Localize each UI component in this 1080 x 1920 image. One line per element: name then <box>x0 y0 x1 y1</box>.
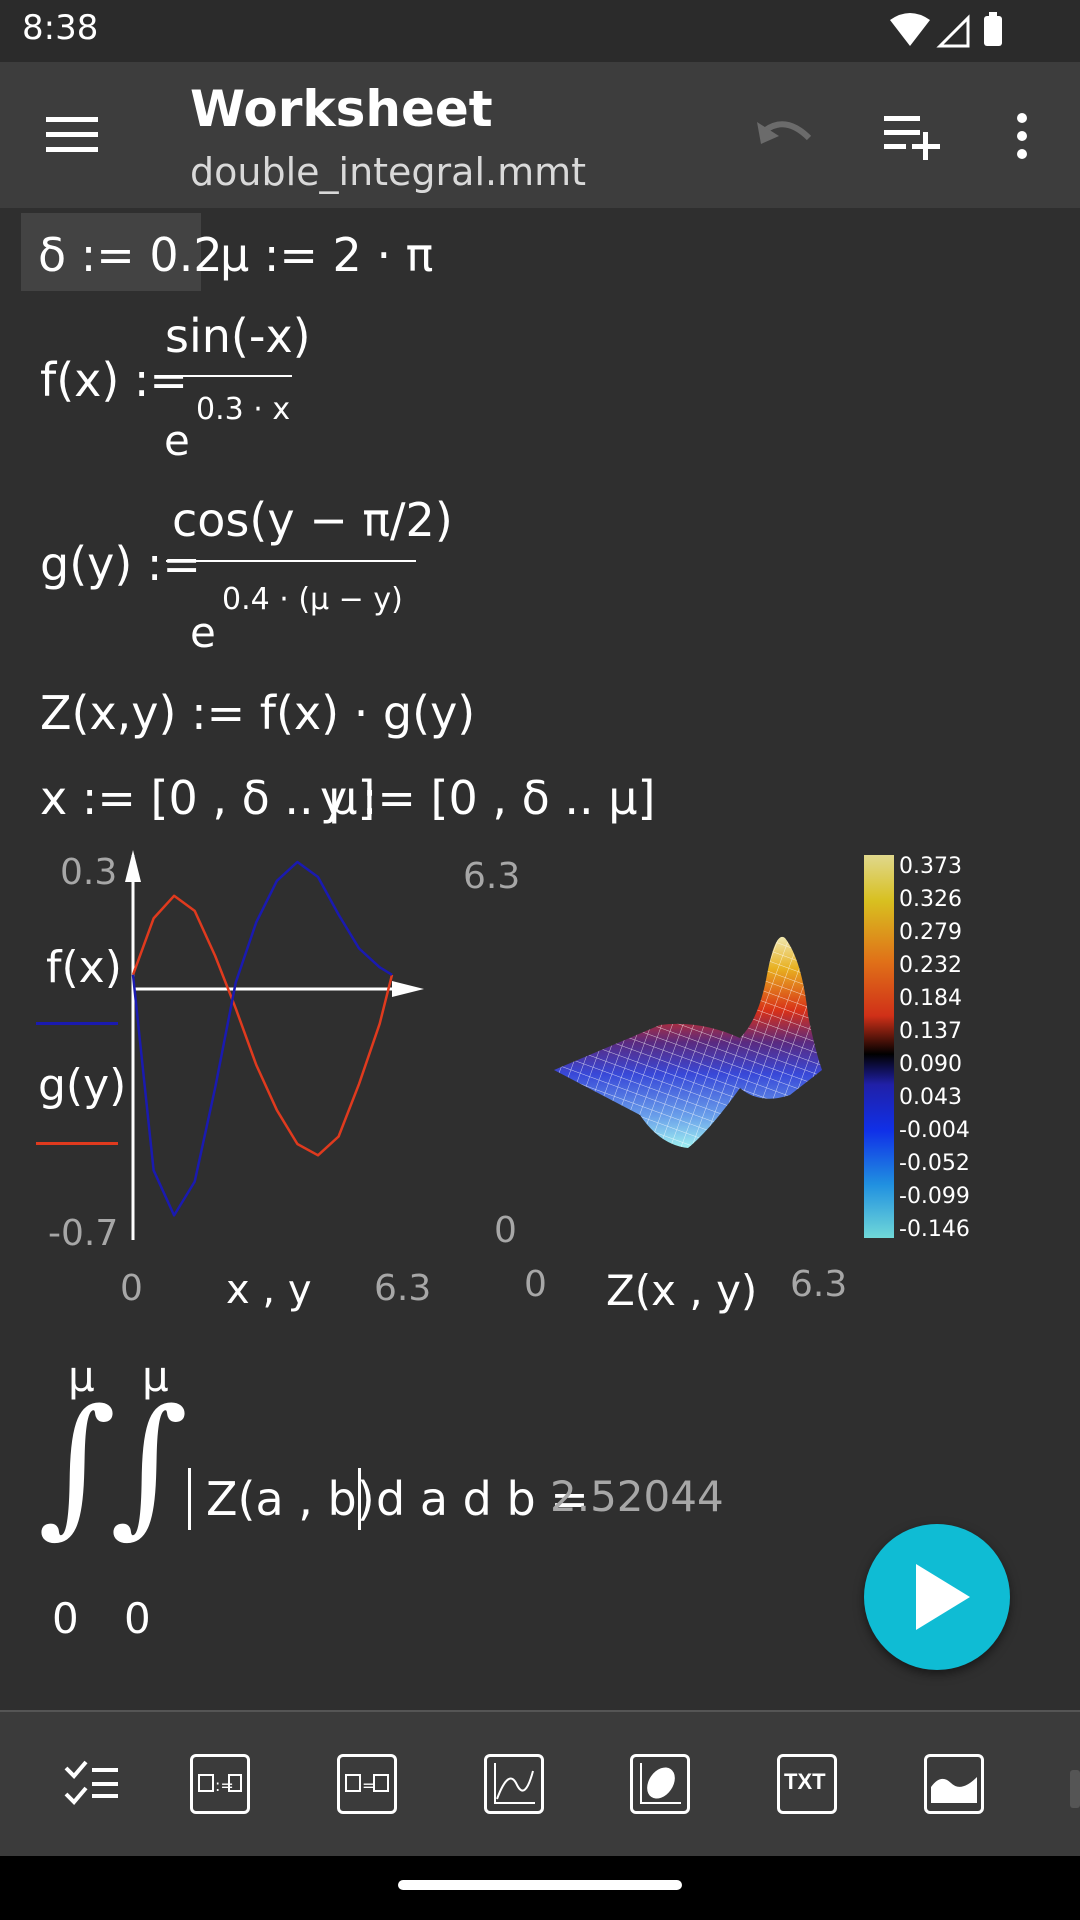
colorbar <box>864 855 894 1238</box>
integral-2-lower: 0 <box>124 1594 151 1643</box>
define-icon[interactable]: := <box>190 1754 250 1814</box>
surface-3d-plot <box>554 936 822 1148</box>
plot3d-ytop: 6.3 <box>463 856 521 897</box>
colorbar-tick-label: 0.373 <box>899 854 962 879</box>
abs-bar-left <box>188 1468 191 1530</box>
plot2d-xmin: 0 <box>120 1268 143 1309</box>
toolbar-scroll-edge <box>1070 1770 1080 1808</box>
colorbar-tick-label: 0.090 <box>899 1052 962 1077</box>
text-icon[interactable]: TXT <box>777 1754 837 1814</box>
colorbar-tick-label: 0.184 <box>899 986 962 1011</box>
plot3d-label: Z(x , y) <box>606 1266 758 1315</box>
colorbar-tick-label: -0.052 <box>899 1151 970 1176</box>
integral-1-lower: 0 <box>52 1594 79 1643</box>
image-icon[interactable] <box>924 1754 984 1814</box>
navigation-bar <box>0 1856 1080 1920</box>
wifi-icon <box>890 13 930 46</box>
plot2d-x-arrow <box>392 981 424 997</box>
colorbar-tick-label: -0.004 <box>899 1118 970 1143</box>
signal-icon <box>936 14 970 48</box>
bottom-toolbar: := = TXT <box>0 1710 1080 1858</box>
undo-icon[interactable] <box>755 114 815 154</box>
plot2d-y-arrow <box>125 850 141 882</box>
overflow-menu-icon[interactable] <box>1010 112 1034 160</box>
integral-1-sign: ∫ <box>38 1378 117 1552</box>
battery-icon <box>984 16 1002 46</box>
plot3d-xmin: 0 <box>524 1264 547 1305</box>
colorbar-tick-label: -0.099 <box>899 1184 970 1209</box>
colorbar-tick-label: 0.043 <box>899 1085 962 1110</box>
plot2d-chart <box>125 850 424 1240</box>
plot3d-icon[interactable] <box>630 1754 690 1814</box>
integral-result: 2.52044 <box>550 1472 724 1521</box>
plot3d-xmax: 6.3 <box>790 1264 848 1305</box>
home-gesture-handle[interactable] <box>398 1880 682 1890</box>
plot2d-xmax: 6.3 <box>374 1268 432 1309</box>
svg-text::=: := <box>215 1776 234 1795</box>
status-icons <box>890 12 1002 48</box>
play-icon <box>916 1564 970 1630</box>
colorbar-tick-label: 0.279 <box>899 920 962 945</box>
series-g-line <box>131 860 393 1217</box>
surface-mesh <box>554 936 822 1148</box>
add-row-icon[interactable] <box>884 112 942 160</box>
integrand: Z(a , b) <box>206 1472 375 1526</box>
series-f-line <box>131 894 394 1157</box>
colorbar-tick-label: 0.326 <box>899 887 962 912</box>
run-button[interactable] <box>864 1524 1010 1670</box>
colorbar-tick-label: -0.146 <box>899 1217 970 1242</box>
checklist-icon[interactable] <box>64 1760 120 1808</box>
colorbar-tick-label: 0.232 <box>899 953 962 978</box>
colorbar-tick-label: 0.137 <box>899 1019 962 1044</box>
plot3d-ybottom: 0 <box>494 1210 517 1251</box>
text-icon-label: TXT <box>784 1769 826 1794</box>
equation-icon[interactable]: = <box>337 1754 397 1814</box>
abs-bar-right <box>358 1468 361 1530</box>
plot2d-icon[interactable] <box>484 1754 544 1814</box>
integral-2-sign: ∫ <box>110 1378 189 1552</box>
plot2d-xlabel: x , y <box>226 1267 312 1313</box>
